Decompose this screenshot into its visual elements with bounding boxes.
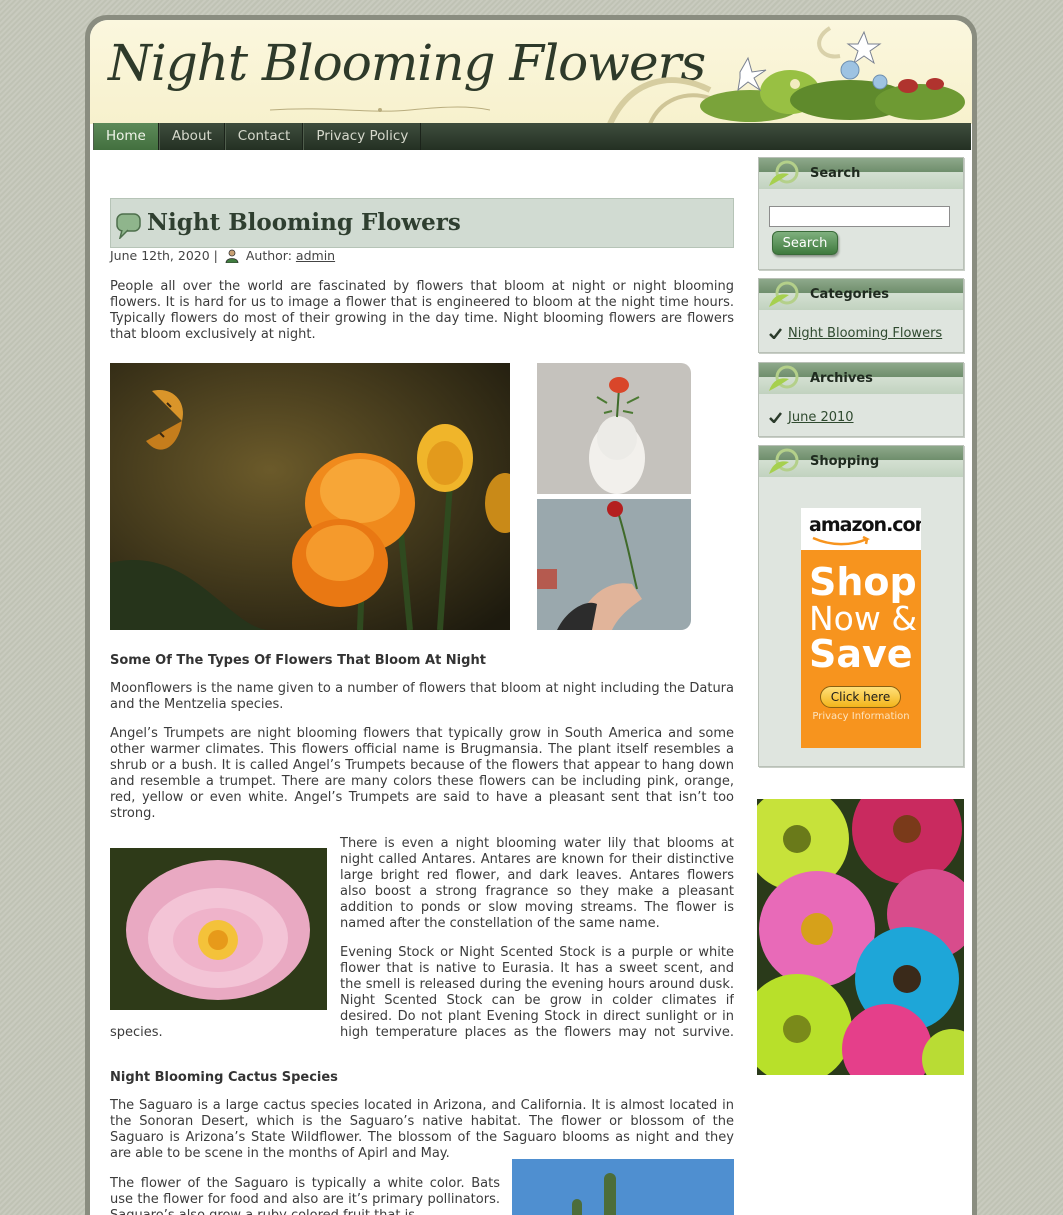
archive-item: June 2010 (769, 410, 854, 425)
check-icon (769, 328, 782, 339)
water-lily-image (110, 848, 327, 1010)
shopping-widget-title: Shopping (810, 454, 880, 469)
amazon-ad-banner[interactable]: amazon.com Shop Now & Save Click here Pr… (801, 508, 921, 748)
author-label: Author: (245, 248, 292, 263)
colorful-daisies-image (757, 799, 964, 1075)
main-nav: Home About Contact Privacy Policy (93, 123, 971, 150)
search-widget-title: Search (810, 166, 861, 181)
site-header: Night Blooming Flowers (90, 20, 972, 124)
post-title-bar: Night Blooming Flowers (110, 198, 734, 248)
ad-click-here-button[interactable]: Click here (820, 686, 901, 708)
amazon-smile-icon (812, 536, 870, 546)
header-flowers-image (607, 26, 965, 124)
author-link[interactable]: admin (296, 248, 335, 263)
post-content: People all over the world are fascinated… (110, 279, 734, 343)
speech-bubble-icon (116, 213, 141, 239)
hand-rose-image (537, 499, 691, 630)
leaf-icon (769, 365, 799, 391)
shopping-widget: Shopping amazon.com Shop Now & Save Clic… (758, 445, 964, 767)
search-button[interactable]: Search (772, 231, 838, 255)
post-title[interactable]: Night Blooming Flowers (147, 209, 461, 236)
post-meta: June 12th, 2020 | Author: admin (110, 248, 335, 263)
post-date: June 12th, 2020 (110, 248, 210, 263)
flourish-decoration (270, 106, 490, 112)
types-heading: Some Of The Types Of Flowers That Bloom … (110, 653, 486, 668)
search-widget: Search Search (758, 157, 964, 270)
category-link-night-blooming-flowers[interactable]: Night Blooming Flowers (788, 326, 942, 341)
leaf-icon (769, 281, 799, 307)
post-content-2: Some Of The Types Of Flowers That Bloom … (110, 653, 734, 822)
page-container: Night Blooming Flowers Home About Contac… (90, 20, 972, 1215)
archives-widget-title: Archives (810, 371, 873, 386)
saguaro-cactus-image (512, 1159, 734, 1215)
evening-stock-paragraph-continued: Evening Stock or Night Scented Stock is … (110, 1025, 163, 1040)
leaf-icon (769, 160, 799, 186)
categories-widget-title: Categories (810, 287, 890, 302)
moonflowers-paragraph: Moonflowers is the name given to a numbe… (110, 681, 734, 712)
saguaro-flower-section: The flower of the Saguaro is typically a… (110, 1176, 500, 1215)
categories-widget: Categories Night Blooming Flowers (758, 278, 964, 353)
amazon-logo-bar: amazon.com (801, 508, 921, 550)
cactus-heading: Night Blooming Cactus Species (110, 1070, 338, 1085)
saguaro-paragraph: The Saguaro is a large cactus species lo… (110, 1098, 734, 1161)
intro-paragraph: People all over the world are fascinated… (110, 279, 734, 342)
lily-paragraph-wrap: There is even a night blooming water lil… (340, 836, 734, 932)
shopping-widget-header: Shopping (759, 446, 963, 477)
ad-save-text: Save (809, 632, 913, 676)
cactus-section: Night Blooming Cactus Species The Saguar… (110, 1070, 734, 1162)
ad-privacy-link[interactable]: Privacy Information (801, 711, 921, 722)
statue-flower-image (537, 363, 691, 494)
search-input[interactable] (769, 206, 950, 227)
archive-link-june-2010[interactable]: June 2010 (788, 410, 854, 425)
lily-paragraph: There is even a night blooming water lil… (340, 836, 734, 931)
person-icon (225, 249, 239, 263)
nav-privacy-policy[interactable]: Privacy Policy (303, 123, 422, 150)
saguaro-flower-paragraph: The flower of the Saguaro is typically a… (110, 1176, 500, 1215)
archives-widget: Archives June 2010 (758, 362, 964, 437)
nav-home[interactable]: Home (93, 123, 159, 150)
nav-contact[interactable]: Contact (224, 123, 304, 150)
ad-shop-text: Shop (809, 560, 917, 604)
search-widget-header: Search (759, 158, 963, 189)
categories-widget-header: Categories (759, 279, 963, 310)
check-icon (769, 412, 782, 423)
nav-about[interactable]: About (158, 123, 225, 150)
meta-separator: | (213, 248, 218, 263)
stock-paragraph-tail: Evening Stock or Night Scented Stock is … (110, 1025, 734, 1057)
archives-widget-header: Archives (759, 363, 963, 394)
category-item: Night Blooming Flowers (769, 326, 942, 341)
angels-trumpets-paragraph: Angel’s Trumpets are night blooming flow… (110, 726, 734, 821)
leaf-icon (769, 448, 799, 474)
orange-flowers-butterfly-image (110, 363, 510, 630)
amazon-logo: amazon.com (809, 514, 921, 536)
